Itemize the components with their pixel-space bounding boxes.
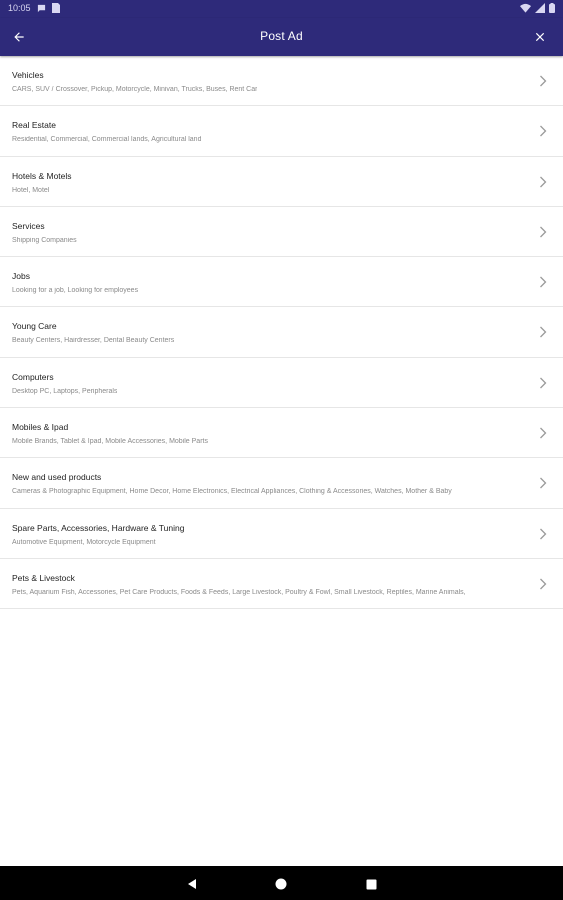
wifi-icon — [520, 3, 531, 13]
chevron-right-icon — [540, 578, 547, 590]
category-subtitle: CARS, SUV / Crossover, Pickup, Motorcycl… — [12, 86, 258, 93]
category-title: Hotels & Motels — [12, 170, 72, 181]
category-item-jobs[interactable]: Jobs Looking for a job, Looking for empl… — [0, 257, 563, 308]
category-item-young-care[interactable]: Young Care Beauty Centers, Hairdresser, … — [0, 307, 563, 358]
chevron-right-icon — [540, 75, 547, 87]
nav-recents-button[interactable] — [363, 876, 379, 892]
app-bar: Post Ad — [0, 18, 563, 56]
category-item-pets-livestock[interactable]: Pets & Livestock Pets, Aquarium Fish, Ac… — [0, 559, 563, 610]
chevron-right-icon — [540, 377, 547, 389]
category-subtitle: Beauty Centers, Hairdresser, Dental Beau… — [12, 337, 175, 345]
category-subtitle: Automotive Equipment, Motorcycle Equipme… — [12, 538, 156, 546]
category-list: Vehicles CARS, SUV / Crossover, Pickup, … — [0, 56, 563, 610]
nav-home-button[interactable] — [273, 876, 289, 892]
category-subtitle: Looking for a job, Looking for employees — [12, 287, 139, 295]
nav-back-button[interactable] — [184, 876, 200, 892]
battery-icon — [549, 3, 555, 13]
category-title: Jobs — [12, 271, 30, 282]
chevron-right-icon — [540, 176, 547, 188]
category-item-services[interactable]: Services Shipping Companies — [0, 207, 563, 258]
category-title: Mobiles & Ipad — [12, 422, 69, 433]
page-title: Post Ad — [260, 29, 303, 43]
category-item-mobiles-ipad[interactable]: Mobiles & Ipad Mobile Brands, Tablet & I… — [0, 408, 563, 459]
category-title: Real Estate — [12, 120, 56, 131]
chevron-right-icon — [540, 125, 547, 137]
category-item-hotels-motels[interactable]: Hotels & Motels Hotel, Motel — [0, 157, 563, 207]
chevron-right-icon — [540, 327, 547, 338]
system-nav-bar — [0, 866, 563, 900]
status-right — [520, 3, 555, 13]
category-title: Vehicles — [12, 70, 44, 80]
chevron-right-icon — [540, 528, 547, 540]
status-time: 10:05 — [8, 3, 31, 13]
category-title: Young Care — [12, 321, 57, 332]
category-title: Computers — [12, 371, 54, 382]
status-bar: 10:05 — [0, 0, 563, 18]
category-subtitle: Desktop PC, Laptops, Peripherals — [12, 387, 118, 395]
home-circle-icon — [275, 878, 287, 890]
post-ad-screen: 10:05 Post Ad Vehicles CARS, SUV / Cross… — [0, 0, 563, 900]
category-title: Spare Parts, Accessories, Hardware & Tun… — [12, 522, 185, 533]
category-subtitle: Residential, Commercial, Commercial land… — [12, 136, 202, 144]
close-icon — [535, 32, 545, 42]
category-item-new-used-products[interactable]: New and used products Cameras & Photogra… — [0, 458, 563, 509]
category-title: New and used products — [12, 472, 102, 483]
chevron-right-icon — [540, 276, 547, 288]
category-subtitle: Shipping Companies — [12, 236, 77, 244]
close-button[interactable] — [529, 26, 551, 48]
category-title: Pets & Livestock — [12, 572, 75, 583]
category-item-computers[interactable]: Computers Desktop PC, Laptops, Periphera… — [0, 358, 563, 409]
status-left: 10:05 — [8, 3, 60, 13]
category-subtitle: Cameras & Photographic Equipment, Home D… — [12, 488, 452, 496]
category-item-vehicles[interactable]: Vehicles CARS, SUV / Crossover, Pickup, … — [0, 56, 563, 107]
sim-icon — [51, 3, 60, 13]
recents-square-icon — [366, 879, 376, 889]
category-title: Services — [12, 220, 45, 231]
category-subtitle: Hotel, Motel — [12, 186, 50, 194]
chevron-right-icon — [540, 477, 547, 489]
category-subtitle: Mobile Brands, Tablet & Ipad, Mobile Acc… — [12, 438, 208, 446]
back-triangle-icon — [188, 879, 196, 889]
chevron-right-icon — [540, 226, 547, 238]
category-item-real-estate[interactable]: Real Estate Residential, Commercial, Com… — [0, 106, 563, 157]
signal-icon — [535, 3, 545, 13]
chevron-right-icon — [540, 427, 547, 439]
category-item-spare-parts[interactable]: Spare Parts, Accessories, Hardware & Tun… — [0, 509, 563, 559]
category-subtitle: Pets, Aquarium Fish, Accessories, Pet Ca… — [12, 588, 466, 596]
message-icon — [37, 4, 46, 13]
